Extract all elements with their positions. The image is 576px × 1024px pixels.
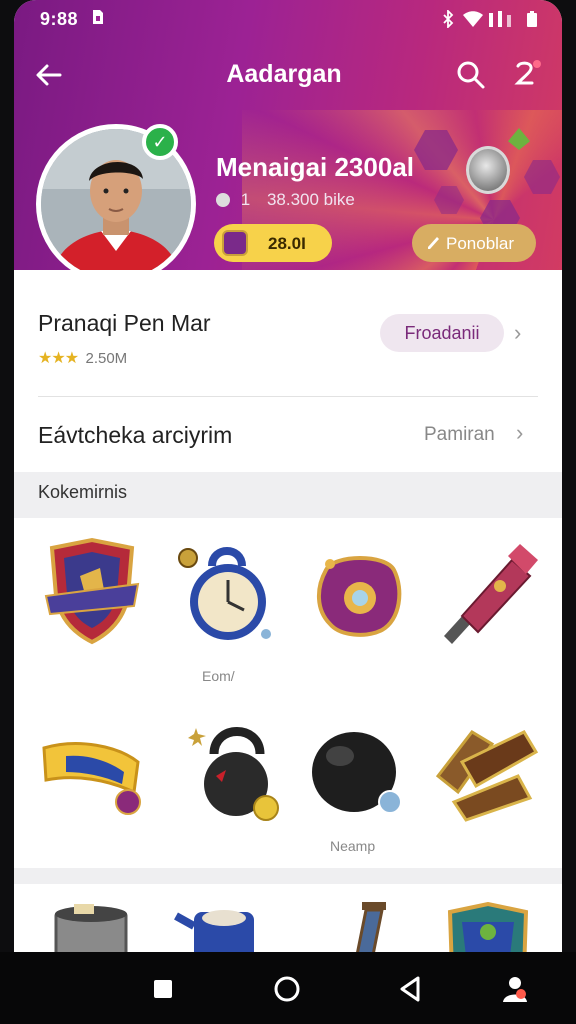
item-grid: Eom/ Neamp [14, 518, 562, 868]
rank-title: Pranaqi Pen Mar [38, 310, 211, 336]
stat-text: 38.300 bike [266, 190, 355, 209]
status-bar: 9:88 [14, 0, 562, 38]
edit-profile-button[interactable]: Ponoblar [412, 224, 536, 262]
home-circle-icon[interactable] [270, 972, 304, 1006]
silver-medal-icon[interactable] [466, 146, 510, 194]
settings-row-value[interactable]: Pamiran [424, 424, 495, 446]
back-triangle-icon[interactable] [394, 972, 428, 1006]
coin-balance-pill[interactable]: 28.0I [214, 224, 332, 262]
follower-stat: 1 38.300 bike [216, 190, 355, 210]
rating: ★★★ 2.50M [38, 348, 127, 368]
pencil-icon [426, 233, 440, 254]
collection-section-header: Kokemirnis [14, 472, 562, 518]
profile-info-card: Pranaqi Pen Mar ★★★ 2.50M Froadanii › Eá… [14, 270, 562, 472]
status-time: 9:88 [40, 9, 79, 29]
item-caption: Neamp [330, 838, 376, 854]
wifi-icon [462, 10, 484, 33]
scroll-item[interactable] [432, 722, 552, 842]
recents-square-icon[interactable] [146, 972, 180, 1006]
coin-balance: 28.0I [268, 234, 306, 253]
chevron-right-icon[interactable]: › [516, 420, 523, 446]
edit-profile-icon[interactable] [510, 56, 546, 92]
bracelet-item[interactable] [38, 728, 158, 848]
divider [38, 396, 538, 397]
system-nav-bar [0, 952, 576, 1024]
clock-padlock-item[interactable] [174, 536, 294, 656]
black-ball-item[interactable] [304, 722, 424, 842]
profile-name: Menaigai 2300al [216, 152, 414, 182]
phone-screen: 9:88 Aadargan Menaigai 2300al 1 38.300 b… [14, 0, 562, 1024]
verified-check-icon: ✓ [142, 124, 178, 160]
search-icon[interactable] [454, 58, 488, 92]
section-gap [14, 868, 562, 884]
sim-icon [92, 9, 104, 30]
section-title: Kokemirnis [38, 482, 128, 502]
stat-prefix: 1 [240, 190, 251, 209]
app-bar: Aadargan [14, 48, 562, 104]
signal-icon [488, 10, 516, 33]
telescope-item[interactable] [434, 536, 554, 656]
edit-profile-label: Ponoblar [446, 234, 515, 253]
star-icon: ★ [51, 350, 65, 367]
item-caption: Eom/ [202, 668, 235, 684]
stat-icon [216, 193, 230, 207]
star-icon: ★ [64, 350, 79, 367]
account-icon[interactable] [498, 972, 532, 1006]
star-icon: ★ [38, 350, 52, 367]
chevron-right-icon[interactable]: › [514, 320, 521, 346]
bluetooth-icon [442, 8, 454, 33]
settings-row-label[interactable]: Eávtcheka arciyrim [38, 422, 232, 449]
kettlebell-item[interactable] [174, 718, 294, 838]
level-badge-button[interactable]: Froadanii [380, 314, 504, 352]
shield-item[interactable] [42, 536, 162, 656]
coin-chip-icon [222, 230, 248, 256]
medallion-item[interactable] [310, 546, 430, 666]
rating-count: 2.50M [85, 350, 128, 367]
battery-icon [526, 10, 538, 33]
